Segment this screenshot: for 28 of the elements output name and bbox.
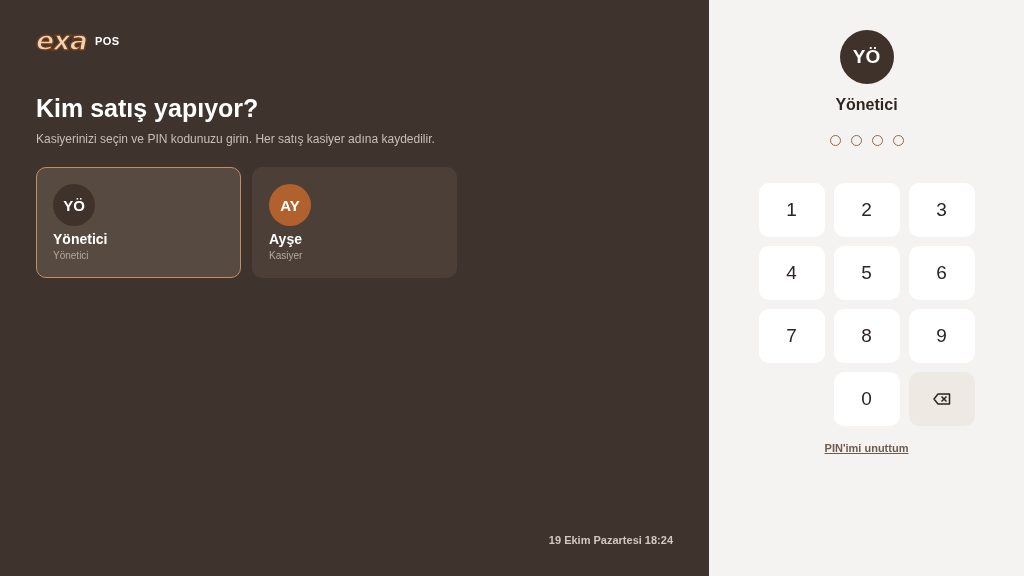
digit-key[interactable]: 5 <box>833 246 900 300</box>
digit-key[interactable]: 2 <box>833 183 900 237</box>
date-time: 19 Ekim Pazartesi 18:24 <box>548 534 673 546</box>
logo: exa <box>36 28 87 54</box>
avatar: YÖ <box>53 184 95 226</box>
digit-key[interactable]: 0 <box>833 372 900 426</box>
digit-key[interactable]: 3 <box>908 183 975 237</box>
cashier-role: Kasiyer <box>269 250 304 261</box>
backspace-key[interactable] <box>908 372 975 426</box>
cashier-name: Ayşe <box>269 231 303 247</box>
user-name: Yönetici <box>835 96 898 114</box>
digit-key[interactable]: 8 <box>833 309 900 363</box>
digit-key[interactable]: 4 <box>758 246 825 300</box>
backspace-icon <box>932 393 951 405</box>
avatar: AY <box>269 184 311 226</box>
cashier-card[interactable]: AY Ayşe Kasiyer <box>252 167 457 278</box>
cashier-name: Yönetici <box>53 231 109 247</box>
digit-key[interactable]: 7 <box>758 309 825 363</box>
product-name: POS <box>94 35 120 47</box>
cashier-card[interactable]: YÖ Yönetici Yönetici <box>36 167 241 278</box>
cashier-role: Yönetici <box>53 250 90 261</box>
instruction-text: Kasiyerinizi seçin ve PIN kodunuzu girin. Her satış kasiyer adına kaydedilir. <box>36 132 436 146</box>
digit-key[interactable]: 9 <box>908 309 975 363</box>
user-avatar: YÖ <box>839 30 894 84</box>
page-heading: Kim satış yapıyor? <box>36 94 260 123</box>
digit-key[interactable]: 6 <box>908 246 975 300</box>
forgot-pin-link[interactable]: PIN'imi unuttum <box>824 442 909 454</box>
digit-key[interactable]: 1 <box>758 183 825 237</box>
